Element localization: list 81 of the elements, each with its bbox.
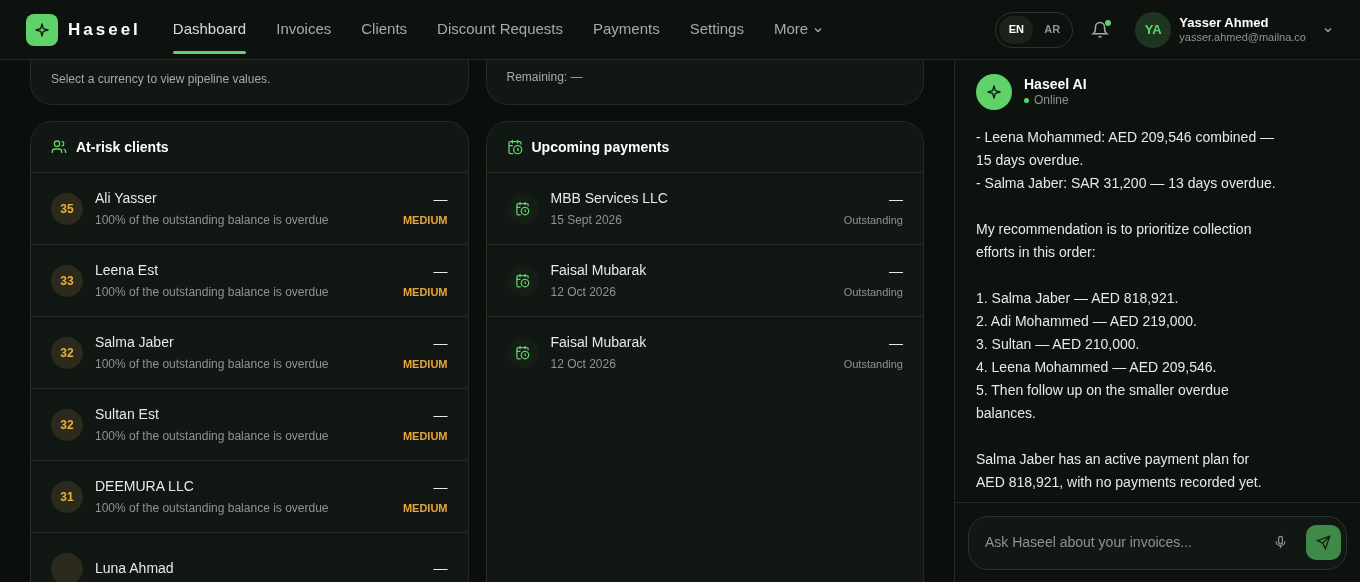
- users-icon: [51, 139, 67, 155]
- chat-input-box[interactable]: Ask Haseel about your invoices...: [968, 515, 1347, 570]
- user-name: Yasser Ahmed: [1179, 14, 1270, 31]
- card-title: At-risk clients: [76, 137, 169, 157]
- risk-level: MEDIUM: [402, 284, 448, 300]
- client-detail: 100% of the outstanding balance is overdue: [95, 356, 329, 373]
- due-date: 12 Oct 2026: [550, 356, 617, 373]
- amount: —: [433, 477, 448, 497]
- payment-status: Outstanding: [843, 284, 903, 300]
- amount: —: [433, 559, 448, 578]
- chat-input[interactable]: Ask Haseel about your invoices...: [985, 532, 1273, 553]
- risk-score: 32: [51, 336, 83, 369]
- message-line: 2. Adi Mohammed — AED 219,000.: [976, 312, 1198, 331]
- user-email: yasser.ahmed@mailna.co: [1179, 30, 1306, 45]
- card-title: Upcoming payments: [531, 137, 670, 157]
- amount: —: [433, 189, 448, 209]
- nav-tab[interactable]: Dashboard: [172, 0, 247, 60]
- client-name: Luna Ahmad: [95, 559, 174, 578]
- payer-name: Faisal Mubarak: [550, 261, 647, 280]
- calendar-clock-icon: [506, 139, 523, 155]
- message-line: 3. Sultan — AED 210,000.: [976, 335, 1141, 354]
- logo-icon: [26, 13, 58, 46]
- nav-tab[interactable]: Discount Requests: [437, 0, 563, 60]
- risk-score: 31: [51, 480, 83, 513]
- bell-icon: [1091, 20, 1110, 39]
- microphone-icon[interactable]: [1273, 535, 1288, 550]
- message-line: - Leena Mohammed: AED 209,546 combined — 15 days overdue.: [976, 128, 1276, 170]
- payer-name: MBB Services LLC: [550, 189, 668, 208]
- amount: —: [433, 261, 448, 281]
- language-option[interactable]: EN: [999, 15, 1034, 44]
- amount: —: [889, 261, 903, 281]
- message-line: - Salma Jaber: SAR 31,200 — 13 days overdue.: [976, 174, 1277, 193]
- client-detail: 100% of the outstanding balance is overdue: [95, 212, 329, 229]
- send-button[interactable]: [1306, 525, 1341, 560]
- send-icon: [1316, 535, 1331, 550]
- message-line: 5. Then follow up on the smaller overdue balances.: [976, 381, 1230, 423]
- client-name: DEEMURA LLC: [95, 477, 195, 496]
- payment-status: Outstanding: [843, 356, 903, 372]
- card-note: Remaining: —: [506, 70, 583, 84]
- risk-score: 33: [51, 264, 83, 297]
- card-note: Select a currency to view pipeline values.: [51, 72, 271, 86]
- payer-name: Faisal Mubarak: [550, 333, 647, 352]
- amount: —: [433, 405, 448, 425]
- due-date: 12 Oct 2026: [550, 284, 617, 301]
- calendar-clock-icon: [515, 345, 530, 360]
- nav-tab[interactable]: Settings: [689, 0, 744, 60]
- brand-name: Haseel: [68, 18, 141, 41]
- client-name: Sultan Est: [95, 405, 160, 424]
- message-line: Salma Jaber has an active payment plan for AED 818,921, with no payments recorded yet.: [976, 450, 1263, 492]
- nav-tab[interactable]: Invoices: [276, 0, 332, 60]
- risk-level: MEDIUM: [402, 428, 448, 444]
- amount: —: [889, 333, 903, 353]
- payment-status: Outstanding: [843, 212, 903, 228]
- client-detail: 100% of the outstanding balance is overdue: [95, 500, 329, 517]
- amount: —: [889, 189, 903, 209]
- risk-level: MEDIUM: [402, 356, 448, 372]
- risk-level: MEDIUM: [402, 212, 448, 228]
- assistant-name: Haseel AI: [1024, 75, 1087, 94]
- user-avatar: YA: [1135, 11, 1172, 48]
- message-line: My recommendation is to prioritize collection efforts in this order:: [976, 220, 1253, 262]
- client-detail: 100% of the outstanding balance is overdue: [95, 284, 329, 301]
- client-name: Leena Est: [95, 261, 160, 280]
- nav-tab[interactable]: Payments: [593, 0, 660, 60]
- client-detail: 100% of the outstanding balance is overdue: [95, 428, 329, 445]
- risk-score: 32: [51, 408, 83, 441]
- language-option[interactable]: AR: [1035, 15, 1070, 44]
- calendar-clock-icon: [515, 273, 530, 288]
- nav-tab[interactable]: More: [773, 0, 825, 60]
- assistant-status: Online: [1034, 93, 1069, 109]
- message-line: 1. Salma Jaber — AED 818,921.: [976, 289, 1180, 308]
- due-date: 15 Sept 2026: [550, 212, 623, 229]
- client-name: Ali Yasser: [95, 189, 158, 208]
- calendar-clock-icon: [515, 201, 530, 216]
- risk-level: MEDIUM: [402, 500, 448, 516]
- nav-tab[interactable]: Clients: [361, 0, 408, 60]
- amount: —: [433, 333, 448, 353]
- message-line: 4. Leena Mohammed — AED 209,546.: [976, 358, 1218, 377]
- notification-button[interactable]: [1091, 19, 1112, 40]
- client-name: Salma Jaber: [95, 333, 175, 352]
- risk-score: 35: [51, 192, 83, 225]
- assistant-avatar: [976, 74, 1012, 110]
